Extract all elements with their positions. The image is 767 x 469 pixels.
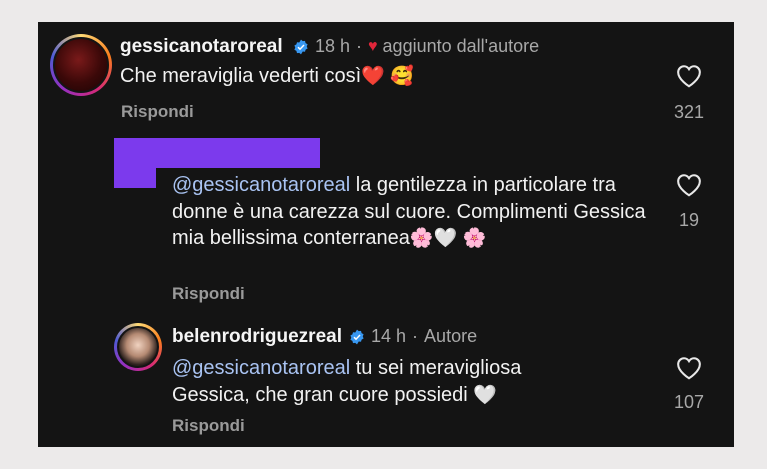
- mention-link[interactable]: @gessicanotaroreal: [172, 174, 350, 196]
- comment-time: 18 h: [315, 36, 351, 56]
- reply-button[interactable]: Rispondi: [172, 284, 245, 304]
- verified-badge-icon: [350, 329, 364, 344]
- like-count: 19: [678, 210, 700, 230]
- comment-body: Che meraviglia vederti così: [120, 65, 362, 87]
- meta-separator: ·: [356, 36, 363, 56]
- comment-username[interactable]: belenrodriguezreal: [172, 326, 342, 348]
- heart-outline-icon[interactable]: [676, 64, 702, 88]
- comments-panel: gessicanotaroreal 18 h · ♥ aggiunto dall…: [38, 22, 734, 447]
- comment-emojis: ❤️ 🥰: [361, 66, 414, 87]
- reply-button[interactable]: Rispondi: [172, 416, 245, 436]
- comment-meta: 14 h · Autore: [349, 326, 477, 347]
- comment-text: Che meraviglia vederti così❤️ 🥰: [120, 63, 640, 91]
- comment-meta: 18 h · ♥ aggiunto dall'autore: [293, 36, 539, 57]
- comment-emojis: 🌸🤍 🌸: [409, 228, 487, 249]
- comment-text: @gessicanotaroreal tu sei meravigliosa G…: [172, 355, 592, 409]
- reply-button[interactable]: Rispondi: [121, 102, 194, 122]
- comment-username[interactable]: gessicanotaroreal: [120, 36, 283, 58]
- verified-badge-icon: [294, 39, 308, 54]
- mention-link[interactable]: @gessicanotaroreal: [172, 357, 350, 379]
- avatar-belenrodriguezreal[interactable]: [114, 323, 162, 371]
- redacted-avatar: [114, 168, 156, 188]
- heart-outline-icon[interactable]: [676, 356, 702, 380]
- author-label: Autore: [424, 326, 478, 346]
- comment-text: @gessicanotaroreal la gentilezza in part…: [172, 172, 662, 253]
- avatar-gessicanotaroreal[interactable]: [50, 34, 112, 96]
- comment-emojis: 🤍: [473, 384, 497, 406]
- liked-by-author-label: aggiunto dall'autore: [382, 36, 540, 56]
- avatar-image: [117, 326, 159, 368]
- like-count: 321: [673, 102, 705, 122]
- meta-separator: ·: [412, 326, 419, 346]
- comment-time: 14 h: [371, 326, 407, 346]
- avatar-image: [53, 37, 109, 93]
- author-liked-heart-icon: ♥: [368, 37, 378, 55]
- like-count: 107: [673, 392, 705, 412]
- redacted-avatar-username: [114, 138, 320, 168]
- heart-outline-icon[interactable]: [676, 173, 702, 197]
